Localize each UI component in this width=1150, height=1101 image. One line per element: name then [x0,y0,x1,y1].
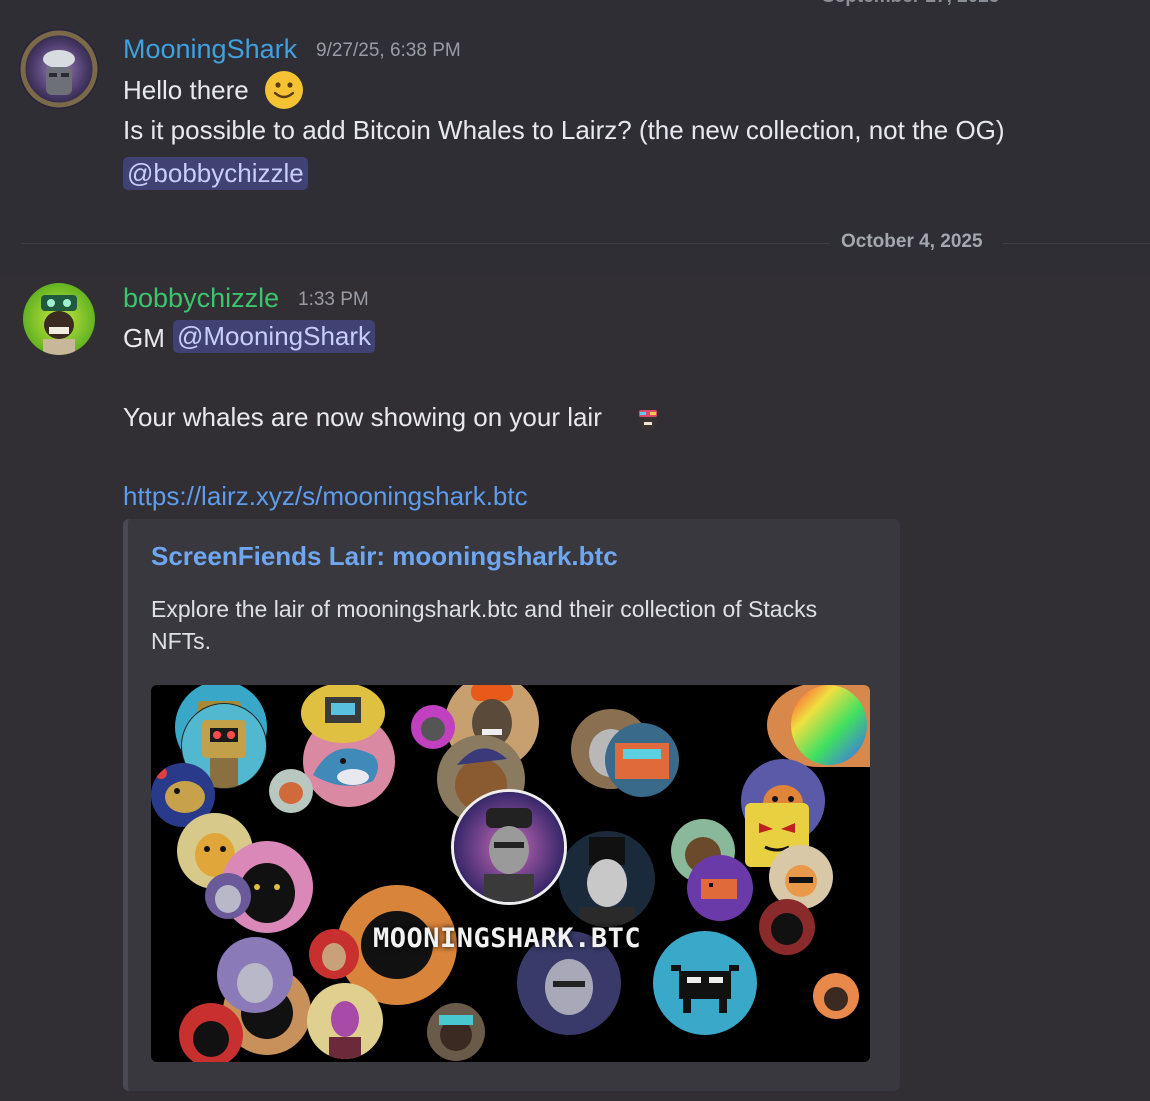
user-mention[interactable]: @bobbychizzle [123,157,308,190]
nft-rabbit-thumbnail [217,937,293,1013]
message-line: Is it possible to add Bitcoin Whales to … [123,115,1005,145]
embed-description: Explore the lair of mooningshark.btc and… [151,596,818,654]
message-line: Hello there [123,75,249,105]
lair-name-label: MOONINGSHARK.BTC [373,923,642,954]
embed-image[interactable]: MOONINGSHARK.BTC [151,685,870,1062]
message-timestamp[interactable]: 9/27/25, 6:38 PM [316,40,461,62]
nft-purple-figure-thumbnail [307,983,383,1059]
embed-title[interactable]: ScreenFiends Lair: mooningshark.btc [151,541,618,572]
nft-wolf-thumbnail [205,873,251,919]
nft-pixel-thumbnail [605,723,679,797]
nft-dino-thumbnail [269,769,313,813]
greeting-text: GM [123,323,165,353]
nft-rainbow-thumbnail [767,685,870,767]
nft-panther-thumbnail [759,899,815,955]
nft-bull-thumbnail [653,931,757,1035]
nft-ape-thumbnail [813,973,859,1019]
link-embed: ScreenFiends Lair: mooningshark.btc Expl… [123,519,900,1091]
avatar-bobbychizzle[interactable] [23,283,95,355]
slightly-smiling-face-icon [264,70,304,110]
date-divider-line-left [22,243,830,244]
nft-central-avatar [451,789,567,905]
lair-link[interactable]: https://lairz.xyz/s/mooningshark.btc [123,481,528,512]
nft-robot-thumbnail [301,685,385,743]
nft-whale-pixel-thumbnail [687,855,753,921]
custom-emoji-icon [634,403,662,431]
avatar-mooningshark[interactable] [19,29,99,109]
author-name[interactable]: bobbychizzle [123,283,279,314]
date-divider-label-top: September 27, 2025 [822,0,999,8]
author-name[interactable]: MooningShark [123,34,297,65]
message-line: Your whales are now showing on your lair [123,402,602,432]
date-divider-line-right [1003,243,1150,244]
message-timestamp[interactable]: 1:33 PM [298,289,369,311]
nft-alien-thumbnail [411,705,455,749]
nft-panther-thumbnail [179,1003,243,1062]
date-divider-label: October 4, 2025 [841,231,983,252]
user-mention[interactable]: @MooningShark [173,320,376,353]
nft-gentleman-thumbnail [559,831,655,927]
nft-ape-thumbnail [427,1003,485,1061]
nft-deer-thumbnail [309,929,359,979]
